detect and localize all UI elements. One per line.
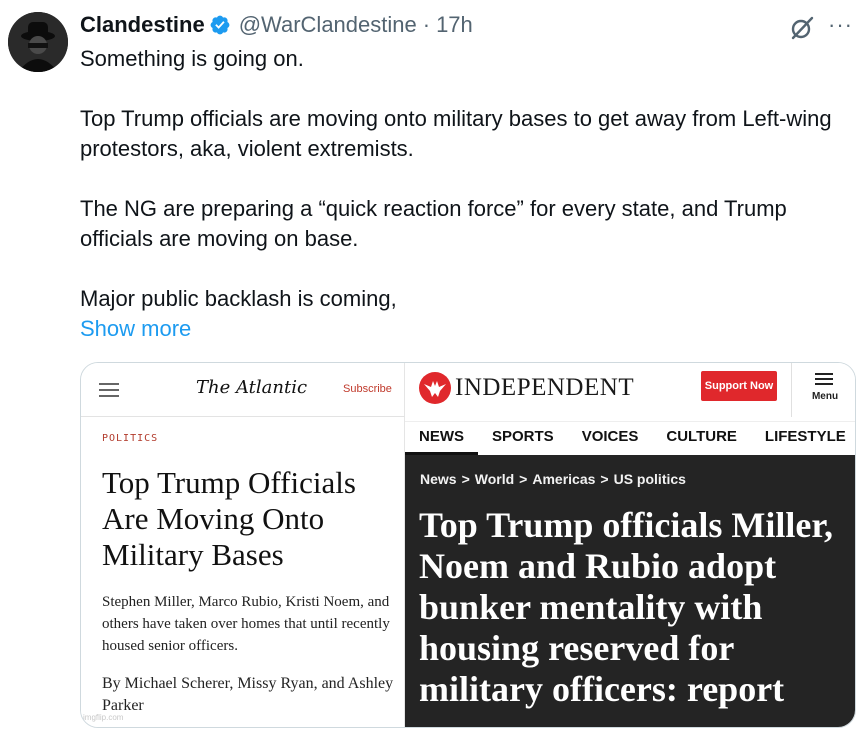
tab-news: NEWS: [405, 422, 478, 456]
tweet-header: Clandestine @WarClandestine · 17h: [80, 10, 473, 40]
author-display-name[interactable]: Clandestine: [80, 12, 205, 38]
tweet-media-image[interactable]: The Atlantic Subscribe POLITICS Top Trum…: [80, 362, 856, 728]
independent-nav-bar: INDEPENDENT Support Now Menu: [405, 363, 855, 417]
atlantic-subscribe-link: Subscribe: [343, 383, 392, 395]
verified-badge-icon: [210, 15, 230, 35]
atlantic-section-label: POLITICS: [102, 433, 159, 444]
independent-hero: News > World > Americas > US politics Top Trum…: [405, 455, 855, 727]
independent-section-tabs: NEWS SPORTS VOICES CULTURE LIFESTYLE: [405, 421, 855, 456]
imgflip-watermark: imgflip.com: [83, 713, 124, 722]
author-handle[interactable]: @WarClandestine: [239, 12, 417, 38]
independent-wordmark: INDEPENDENT: [455, 374, 635, 401]
tab-voices: VOICES: [581, 427, 639, 445]
breadcrumb-separator: >: [600, 471, 609, 487]
independent-logo: INDEPENDENT: [419, 372, 634, 404]
masked-figure-avatar-icon: [8, 12, 68, 72]
hamburger-menu-icon: [815, 373, 833, 388]
atlantic-dek: Stephen Miller, Marco Rubio, Kristi Noem…: [102, 594, 390, 654]
tab-sports: SPORTS: [492, 427, 554, 445]
tweet-timestamp[interactable]: 17h: [436, 12, 473, 38]
independent-menu: Menu: [791, 363, 855, 417]
tweet-paragraph: The NG are preparing a “quick reaction f…: [80, 196, 787, 251]
more-options-icon[interactable]: ···: [828, 12, 853, 38]
author-avatar[interactable]: [8, 12, 68, 72]
independent-headline: Top Trump officials Miller, Noem and Rub…: [419, 505, 834, 709]
atlantic-headline: Top Trump Officials Are Moving Onto Mili…: [102, 465, 356, 572]
independent-article-screenshot: INDEPENDENT Support Now Menu NEWS SPORTS…: [405, 363, 855, 727]
independent-eagle-icon: [419, 372, 451, 404]
support-now-button: Support Now: [701, 371, 777, 401]
breadcrumb-item: World: [474, 471, 515, 487]
hamburger-menu-icon: [99, 383, 119, 397]
tab-culture: CULTURE: [666, 427, 737, 445]
tweet-paragraph: Top Trump officials are moving onto mili…: [80, 106, 832, 161]
atlantic-byline: By Michael Scherer, Missy Ryan, and Ashl…: [102, 675, 394, 714]
atlantic-nav-bar: The Atlantic Subscribe: [81, 363, 405, 417]
breadcrumb-item: US politics: [613, 471, 686, 487]
tweet-paragraph: Something is going on.: [80, 46, 304, 71]
tab-lifestyle: LIFESTYLE: [764, 427, 846, 445]
show-more-link[interactable]: Show more: [80, 314, 191, 344]
atlantic-logo: The Atlantic: [196, 377, 308, 398]
breadcrumb-separator: >: [461, 471, 470, 487]
atlantic-article-screenshot: The Atlantic Subscribe POLITICS Top Trum…: [81, 363, 405, 727]
tweet-paragraph: Major public backlash is coming,: [80, 286, 397, 311]
breadcrumb: News > World > Americas > US politics: [420, 471, 686, 487]
breadcrumb-separator: >: [519, 471, 528, 487]
grok-icon[interactable]: [788, 14, 816, 42]
breadcrumb-item: Americas: [532, 471, 596, 487]
separator-dot: ·: [422, 12, 431, 37]
menu-label: Menu: [811, 391, 839, 402]
breadcrumb-item: News: [420, 471, 457, 487]
